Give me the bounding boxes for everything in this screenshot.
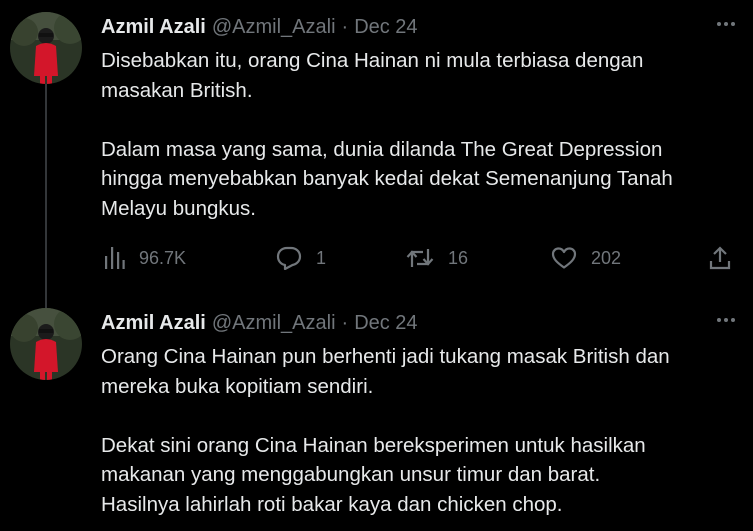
user-handle[interactable]: @Azmil_Azali (212, 312, 336, 335)
tweet-line: mereka buka kopitiam sendiri. (101, 374, 374, 398)
thread-line (45, 84, 47, 296)
more-dots-icon[interactable] (717, 318, 735, 322)
retweet-count: 16 (448, 247, 469, 268)
retweet-arrows-icon (406, 249, 434, 267)
separator: · (341, 311, 349, 334)
display-name[interactable]: Azmil Azali (101, 16, 206, 39)
tweet-text: Orang Cina Hainan pun berhenti jadi tuka… (101, 342, 737, 519)
speech-bubble-icon (276, 246, 302, 270)
tweet-date[interactable]: Dec 24 (354, 16, 417, 39)
user-handle[interactable]: @Azmil_Azali (212, 16, 336, 39)
tweet-header: Azmil Azali @Azmil_Azali · Dec 24 (101, 12, 737, 42)
separator: · (341, 15, 349, 38)
thread-line (45, 296, 47, 308)
retweet-button[interactable]: 16 (406, 247, 468, 269)
tweet-line: hingga menyebabkan banyak kedai dekat Se… (101, 167, 673, 190)
tweet-line (101, 401, 737, 431)
like-button[interactable]: 202 (551, 246, 621, 270)
tweet-line: Orang Cina Hainan pun berhenti jadi tuka… (101, 345, 670, 368)
share-button[interactable] (709, 246, 731, 270)
tweet-header: Azmil Azali @Azmil_Azali · Dec 24 (101, 308, 737, 338)
bar-chart-icon (105, 247, 125, 269)
more-dots-icon[interactable] (717, 22, 735, 26)
tweet-1[interactable]: Azmil Azali @Azmil_Azali · Dec 24 Diseba… (0, 0, 753, 296)
like-count: 202 (591, 247, 622, 268)
tweet-line: Disebabkan itu, orang Cina Hainan ni mul… (101, 49, 644, 72)
tweet-date[interactable]: Dec 24 (354, 312, 417, 335)
tweet-actions: 96.7K 1 16 202 (101, 242, 737, 274)
avatar[interactable] (10, 12, 82, 84)
views-button[interactable]: 96.7K (105, 247, 186, 269)
reply-button[interactable]: 1 (276, 246, 326, 270)
tweet-line: Hasilnya lahirlah roti bakar kaya dan ch… (101, 492, 563, 516)
tweet-text: Disebabkan itu, orang Cina Hainan ni mul… (101, 46, 737, 223)
avatar[interactable] (10, 308, 82, 380)
tweet-line (101, 105, 737, 135)
tweet-line: Dalam masa yang sama, dunia dilanda The … (101, 137, 663, 161)
views-count: 96.7K (139, 247, 187, 268)
tweet-line: makanan yang menggabungkan unsur timur d… (101, 463, 601, 486)
heart-icon (551, 247, 577, 269)
tweet-2[interactable]: Azmil Azali @Azmil_Azali · Dec 24 Orang … (0, 296, 753, 531)
display-name[interactable]: Azmil Azali (101, 312, 206, 335)
tweet-line: masakan British. (101, 78, 253, 102)
tweet-line: Dekat sini orang Cina Hainan bereksperim… (101, 433, 646, 457)
tweet-line: Melayu bungkus. (101, 196, 256, 220)
share-upload-icon (709, 246, 731, 270)
reply-count: 1 (316, 247, 327, 268)
